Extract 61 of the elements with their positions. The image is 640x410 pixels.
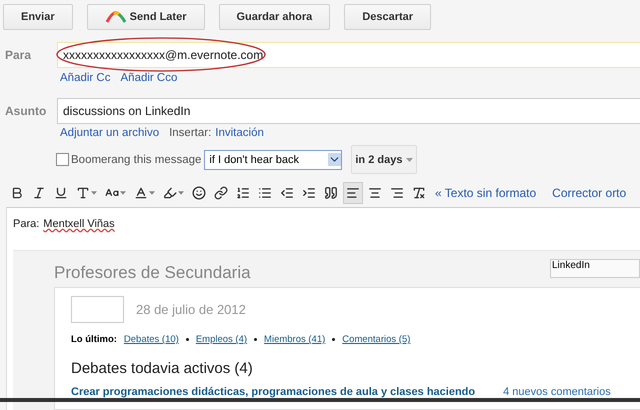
latest-link[interactable]: Empleos (4) [196, 334, 248, 345]
send-later-button[interactable]: Send Later [86, 4, 204, 30]
to-address: xxxxxxxxxxxxxxxxx@m.evernote.com [63, 48, 264, 62]
digest-date: 28 de julio de 2012 [136, 302, 246, 317]
italic-icon [32, 186, 46, 200]
arc-logo-icon [104, 11, 127, 23]
color-icon [134, 186, 148, 200]
align-right-icon [390, 186, 404, 200]
underline-icon [54, 186, 68, 200]
bullet-icon [186, 338, 189, 341]
toolbar-link[interactable]: Corrector orto [552, 186, 626, 200]
subject-label: Asunto [4, 104, 48, 118]
outdent-icon [280, 186, 294, 200]
highlight-icon [163, 186, 177, 200]
latest-label: Lo último: [71, 334, 117, 345]
bold-icon [10, 186, 24, 200]
condition-select[interactable]: if I don't hear back [204, 150, 342, 170]
latest-link[interactable]: Comentarios (5) [342, 334, 410, 345]
delay-dropdown[interactable]: in 2 days [351, 145, 418, 174]
comments-link[interactable]: 4 nuevos comentarios [503, 386, 611, 398]
logo-placeholder [71, 296, 124, 323]
add-recipient-link[interactable]: Añadir Cc [60, 72, 110, 84]
attach-file-link[interactable]: Adjuntar un archivo [60, 127, 160, 139]
dropdown-icon [328, 153, 342, 166]
to-label: Para: [13, 218, 40, 230]
discussion-link[interactable]: Crear programaciones didácticas, programaciones de aula y clases haciendo [71, 386, 476, 398]
clear-icon [412, 186, 426, 200]
caret-icon [91, 191, 97, 195]
insert-label: Insertar: [169, 127, 212, 139]
bullet-icon [332, 338, 336, 341]
indent-icon [302, 186, 316, 200]
latest-link[interactable]: Debates (10) [124, 334, 179, 345]
caret-icon [406, 158, 414, 162]
to-label: Para [4, 48, 32, 62]
caret-icon [178, 191, 184, 195]
bullet-icon [254, 338, 258, 341]
section-heading: Debates todavia activos (4) [71, 360, 254, 377]
caret-icon [120, 191, 126, 195]
toolbar-button[interactable]: Enviar [3, 4, 73, 30]
toolbar-button[interactable]: Descartar [344, 4, 432, 30]
emoji-icon [192, 186, 206, 200]
toolbar-link[interactable]: « Texto sin formato [435, 186, 536, 200]
align-center-icon [368, 186, 382, 200]
align-left-button[interactable] [343, 182, 363, 204]
bullets-icon [258, 186, 272, 200]
boomerang-checkbox[interactable] [56, 153, 69, 166]
boomerang-label: Boomerang this message [71, 154, 202, 166]
link-icon [214, 186, 228, 200]
subject-field[interactable]: discussions on LinkedIn [57, 98, 640, 124]
recipient-name: Mentxell Viñas [43, 218, 115, 230]
font-icon [76, 186, 90, 200]
caret-icon [149, 191, 155, 195]
add-recipient-link[interactable]: Añadir Cco [120, 72, 178, 84]
group-title: Profesores de Secundaria [54, 263, 251, 283]
align-left-icon [346, 186, 360, 200]
quote-icon [324, 186, 338, 200]
invitation-link[interactable]: Invitación [215, 127, 264, 139]
linkedin-badge: LinkedIn [550, 259, 640, 278]
toolbar-button[interactable]: Guardar ahora [218, 4, 330, 30]
numbered-icon [236, 186, 250, 200]
latest-link[interactable]: Miembros (41) [264, 334, 326, 345]
